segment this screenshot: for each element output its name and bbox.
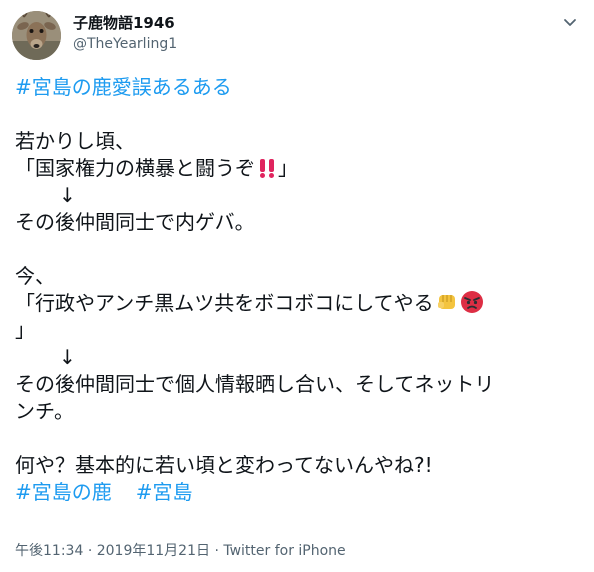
tweet-line: 今、 [15, 264, 55, 288]
tweet-line: ンチ。 [15, 399, 74, 423]
hashtag-link[interactable]: #宮島の鹿愛誤あるある [15, 75, 232, 99]
separator: · [87, 543, 93, 559]
tweet-source-link[interactable]: Twitter for iPhone [223, 543, 345, 559]
tweet-line: 「行政やアンチ黒ムツ共をボコボコにしてやる [15, 290, 587, 317]
avatar[interactable] [12, 11, 61, 60]
double-exclamation-icon [256, 157, 278, 186]
hashtag-link[interactable]: #宮島 [136, 480, 193, 504]
tweet-line: 」 [15, 318, 35, 342]
arrow-line: ↓ [59, 183, 76, 207]
tweet-line: 若かりし頃、 [15, 129, 135, 153]
tweet-metadata: 午後11:34 · 2019年11月21日 · Twitter for iPho… [15, 540, 346, 560]
angry-face-icon [460, 290, 484, 321]
tweet-line: その後仲間同士で個人情報晒し合い、そしてネットリ [15, 372, 495, 396]
chevron-down-icon [564, 19, 576, 26]
more-options-button[interactable] [560, 18, 580, 28]
author-display-name[interactable]: 子鹿物語1946 [73, 12, 175, 33]
tweet-line: その後仲間同士で内ゲバ。 [15, 210, 255, 234]
arrow-line: ↓ [59, 345, 76, 369]
tweet-line: 何や？基本的に若い頃と変わってないんやね?! [15, 453, 433, 477]
author-handle[interactable]: @TheYearling1 [73, 36, 177, 52]
separator: · [214, 543, 219, 559]
tweet-date[interactable]: 2019年11月21日 [97, 543, 210, 559]
deer-avatar-icon [12, 11, 61, 60]
tweet-text: #宮島の鹿愛誤あるある 若かりし頃、 「国家権力の横暴と闘うぞ」 ↓ その後仲間… [15, 74, 587, 506]
tweet-time[interactable]: 午後11:34 [15, 543, 83, 559]
hashtag-link[interactable]: #宮島の鹿 [15, 480, 112, 504]
tweet-line: 「国家権力の横暴と闘うぞ」 [15, 155, 587, 182]
oncoming-fist-icon [435, 290, 459, 321]
